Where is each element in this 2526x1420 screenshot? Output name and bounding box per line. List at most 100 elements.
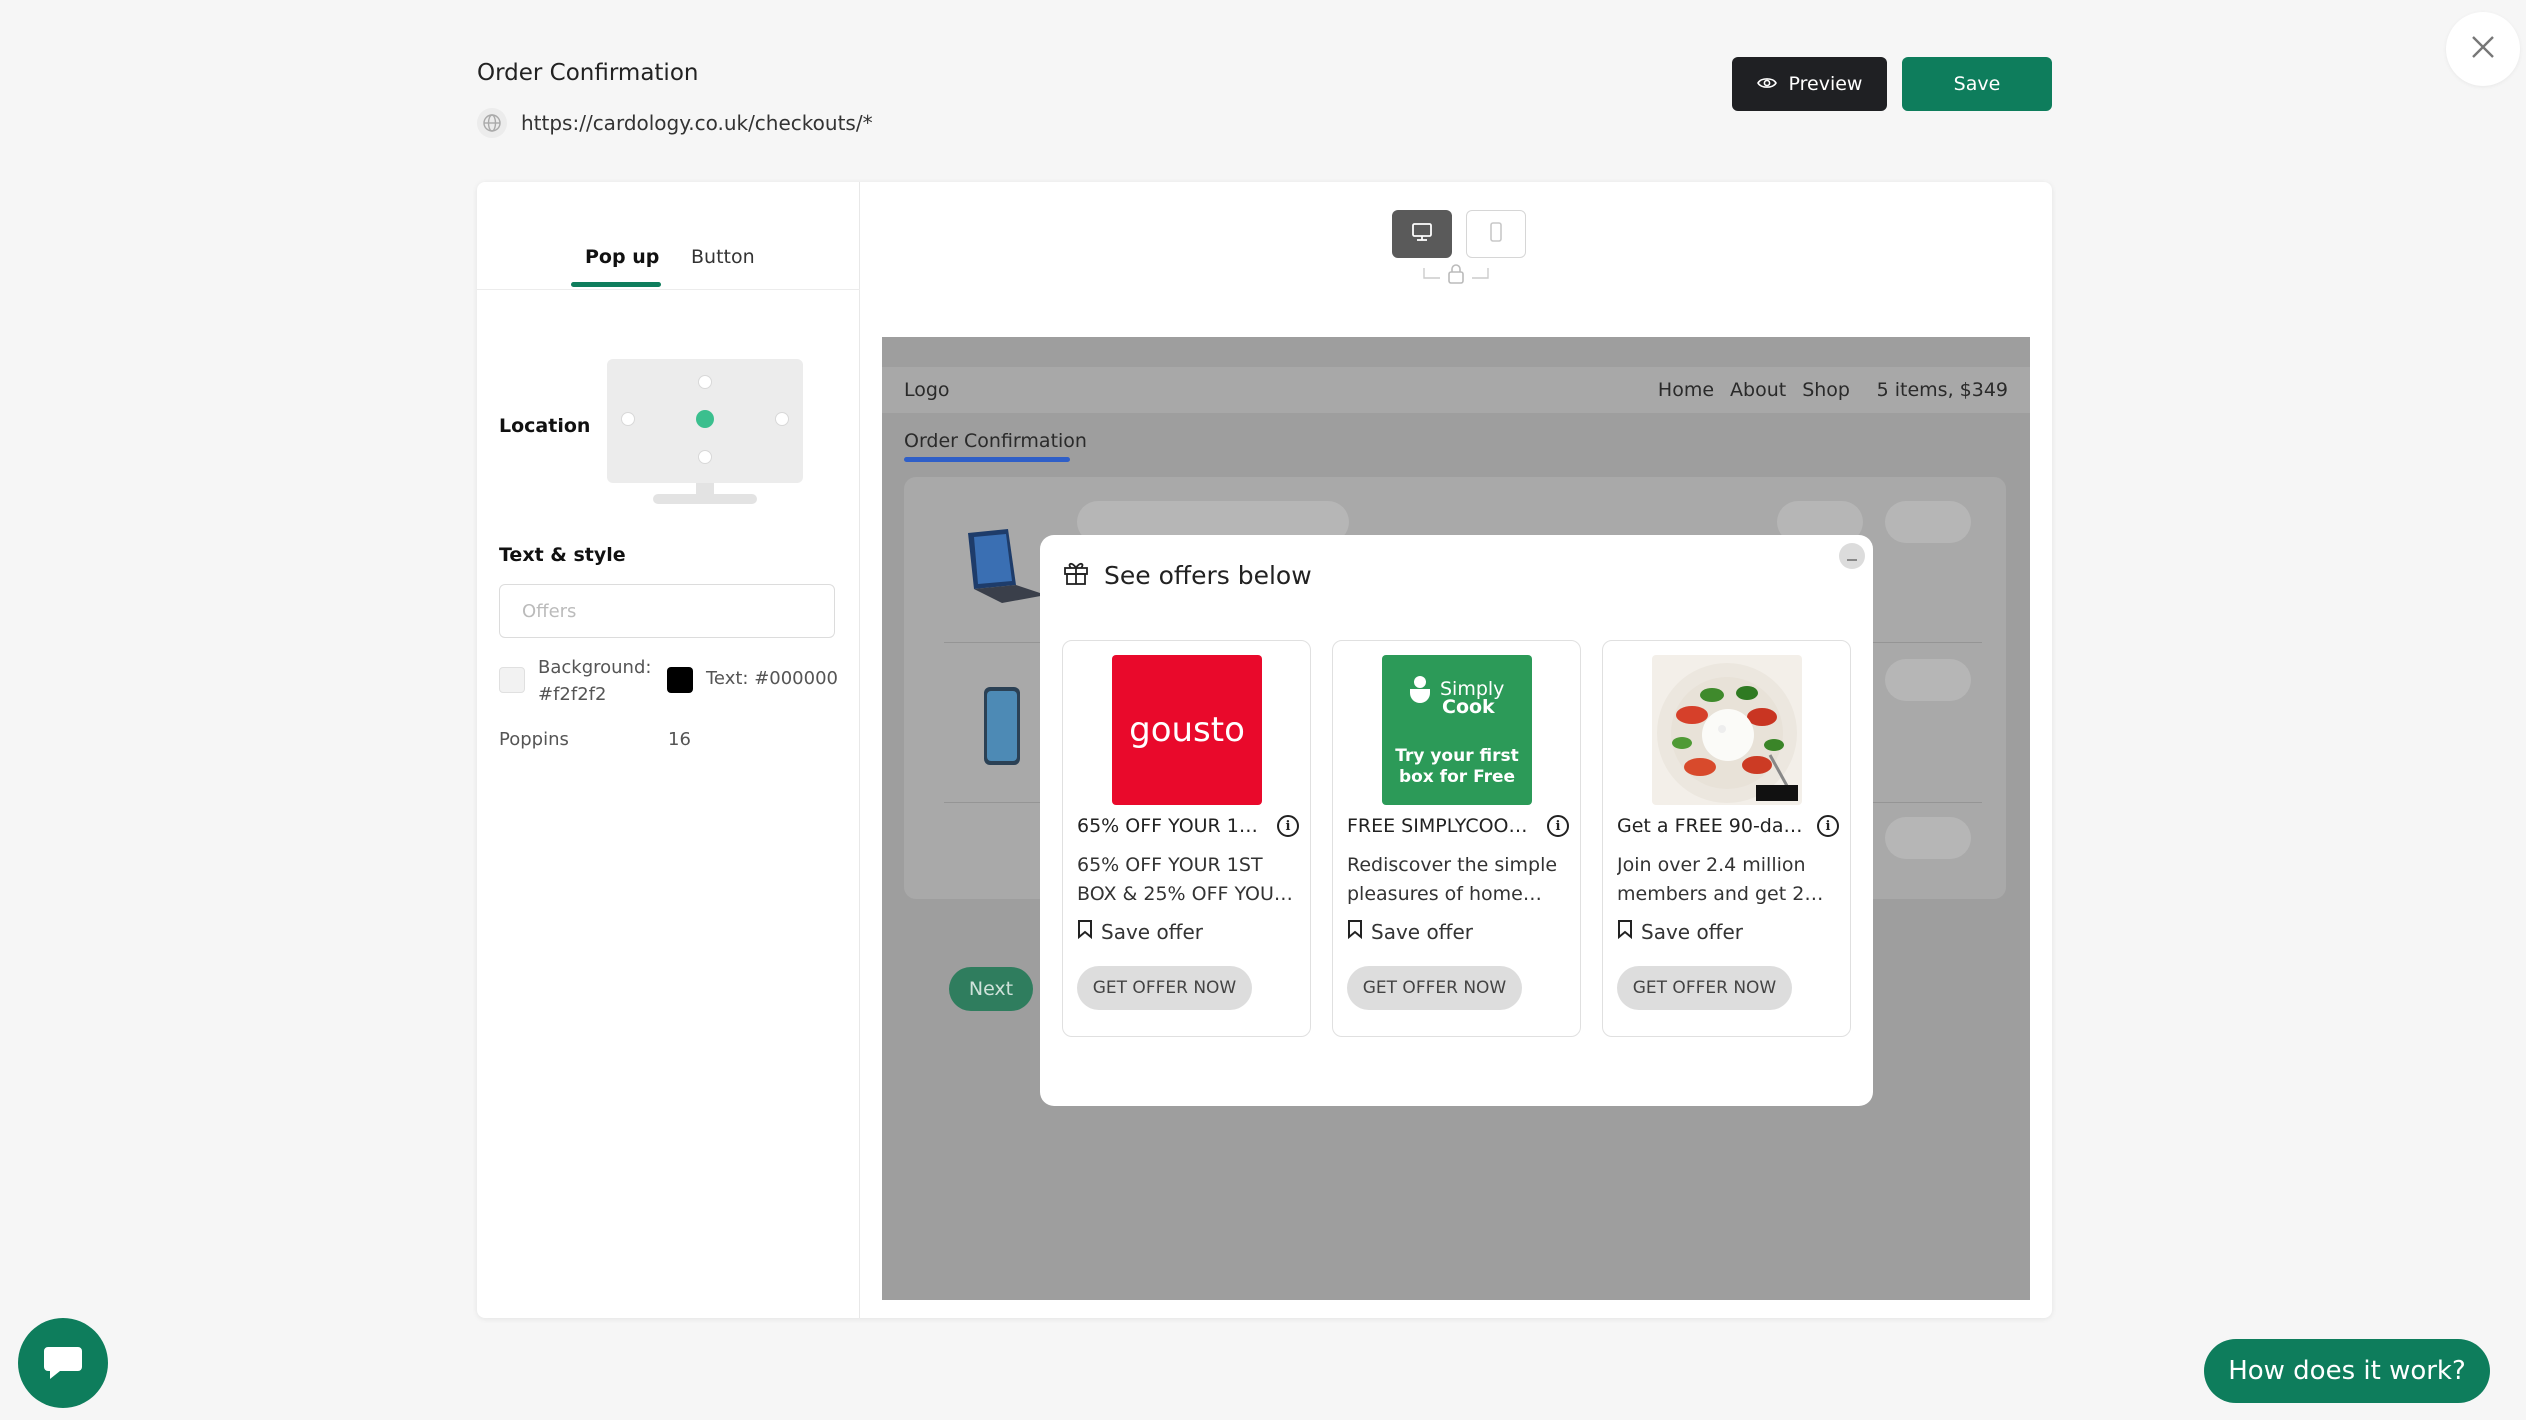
info-icon[interactable]: i: [1277, 815, 1299, 837]
tab-bar: Pop up Button: [477, 182, 860, 290]
gift-icon: [1062, 559, 1090, 591]
lock-aspect[interactable]: [1416, 264, 1496, 288]
page-url: https://cardology.co.uk/checkouts/*: [521, 111, 873, 135]
font-family-select[interactable]: Poppins: [499, 729, 569, 750]
text-color-swatch[interactable]: [667, 667, 693, 693]
bookmark-icon: [1617, 919, 1633, 944]
offer-card: Simply Cook Try your first box for Free …: [1332, 640, 1581, 1037]
preview-nav-home: Home: [1657, 379, 1715, 401]
editor-card: Pop up Button Location Text & style Back…: [477, 182, 2052, 1318]
page-title: Order Confirmation: [477, 60, 699, 86]
save-button[interactable]: Save: [1902, 57, 2052, 111]
offer-card: gousto 65% OFF YOUR 1ST BOX i 65% OFF YO…: [1062, 640, 1311, 1037]
device-toggle: [1392, 210, 1526, 258]
tab-pop-up[interactable]: Pop up: [585, 246, 659, 268]
food-photo: [1652, 655, 1802, 805]
mobile-icon: [1489, 222, 1503, 246]
laptop-image: [962, 527, 1046, 611]
preview-cart: 5 items, $349: [1876, 379, 2008, 401]
bookmark-icon: [1077, 919, 1093, 944]
location-left[interactable]: [621, 412, 635, 426]
site-preview: Logo Home About Shop 5 items, $349 Order…: [882, 337, 2030, 1300]
location-top[interactable]: [698, 375, 712, 389]
location-picker: [607, 359, 803, 483]
offer-title: Get a FREE 90-day trial: [1617, 815, 1807, 837]
location-right[interactable]: [775, 412, 789, 426]
phone-image: [982, 685, 1022, 771]
globe-icon: [477, 108, 507, 138]
skeleton-block: [1885, 659, 1971, 701]
offer-title: FREE SIMPLYCOOK BOX: [1347, 815, 1537, 837]
minus-icon: [1846, 547, 1858, 566]
info-icon[interactable]: i: [1547, 815, 1569, 837]
text-style-label: Text & style: [499, 544, 626, 566]
svg-text:Cook: Cook: [1442, 696, 1495, 718]
skeleton-block: [1885, 501, 1971, 543]
preview-nav: Home About Shop: [1658, 379, 1850, 401]
save-offer-button[interactable]: Save offer: [1347, 919, 1473, 944]
background-label: Background:: [538, 657, 652, 678]
offer-title: 65% OFF YOUR 1ST BOX: [1077, 815, 1267, 837]
font-size-select[interactable]: 16: [668, 729, 691, 750]
save-offer-label: Save offer: [1101, 919, 1203, 944]
gousto-logo: gousto: [1112, 655, 1262, 805]
popup-header: See offers below: [1062, 559, 1312, 591]
url-row: https://cardology.co.uk/checkouts/*: [477, 108, 873, 138]
chat-launcher-button[interactable]: [18, 1318, 108, 1408]
offer-description: 65% OFF YOUR 1ST BOX & 25% OFF YOUR FIRS…: [1077, 854, 1288, 905]
preview-nav-about: About: [1730, 379, 1787, 401]
preview-order-tab: Order Confirmation: [904, 430, 1087, 452]
bookmark-icon: [1347, 919, 1363, 944]
monitor-base: [653, 494, 757, 504]
offer-description: Join over 2.4 million members and get 2 …: [1617, 854, 1806, 905]
save-offer-label: Save offer: [1371, 919, 1473, 944]
settings-panel: Pop up Button Location Text & style Back…: [477, 182, 860, 1318]
popup-title: See offers below: [1104, 560, 1312, 590]
lock-icon: [1416, 262, 1496, 290]
simplycook-logo: Simply Cook Try your first box for Free: [1382, 655, 1532, 805]
preview-order-underline: [904, 457, 1070, 462]
save-offer-button[interactable]: Save offer: [1077, 919, 1203, 944]
background-color-swatch[interactable]: [499, 667, 525, 693]
offer-card: Get a FREE 90-day trial i Join over 2.4 …: [1602, 640, 1851, 1037]
preview-next-button: Next: [949, 967, 1033, 1011]
chat-icon: [40, 1339, 86, 1387]
text-color-label: Text: #000000: [706, 668, 838, 689]
desktop-icon: [1411, 222, 1433, 246]
get-offer-button[interactable]: GET OFFER NOW: [1077, 966, 1252, 1010]
mobile-view-button[interactable]: [1466, 210, 1526, 258]
svg-text:gousto: gousto: [1129, 710, 1245, 750]
desktop-view-button[interactable]: [1392, 210, 1452, 258]
background-value: #f2f2f2: [538, 684, 607, 705]
location-center[interactable]: [696, 410, 714, 428]
preview-button[interactable]: Preview: [1732, 57, 1887, 111]
location-label: Location: [499, 415, 591, 437]
save-offer-button[interactable]: Save offer: [1617, 919, 1743, 944]
save-offer-label: Save offer: [1641, 919, 1743, 944]
tab-button[interactable]: Button: [691, 246, 755, 268]
info-icon[interactable]: i: [1817, 815, 1839, 837]
get-offer-button[interactable]: GET OFFER NOW: [1617, 966, 1792, 1010]
get-offer-button[interactable]: GET OFFER NOW: [1347, 966, 1522, 1010]
popup-minimize-button[interactable]: [1839, 543, 1865, 569]
offers-popup: See offers below gousto 65% OFF YOUR 1ST…: [1040, 535, 1873, 1106]
background-color-label: Background: #f2f2f2: [538, 654, 651, 708]
svg-text:box for Free: box for Free: [1399, 767, 1515, 787]
offer-title-row: 65% OFF YOUR 1ST BOX i: [1077, 815, 1299, 837]
preview-logo: Logo: [904, 379, 950, 401]
svg-text:Try your first: Try your first: [1395, 746, 1519, 766]
skeleton-block: [1885, 817, 1971, 859]
active-tab-indicator: [571, 282, 661, 287]
preview-navbar: Logo Home About Shop 5 items, $349: [882, 367, 2030, 413]
offer-title-row: Get a FREE 90-day trial i: [1617, 815, 1839, 837]
how-does-it-work-button[interactable]: How does it work?: [2204, 1339, 2490, 1403]
location-bottom[interactable]: [698, 450, 712, 464]
offer-description: Rediscover the simple pleasures of home …: [1347, 854, 1558, 905]
preview-nav-shop: Shop: [1802, 379, 1850, 401]
close-icon: [2470, 34, 2496, 64]
close-button[interactable]: [2446, 12, 2520, 86]
eye-icon: [1756, 73, 1777, 95]
preview-label: Preview: [1788, 73, 1863, 95]
offers-text-input[interactable]: [499, 584, 835, 638]
offer-title-row: FREE SIMPLYCOOK BOX i: [1347, 815, 1569, 837]
